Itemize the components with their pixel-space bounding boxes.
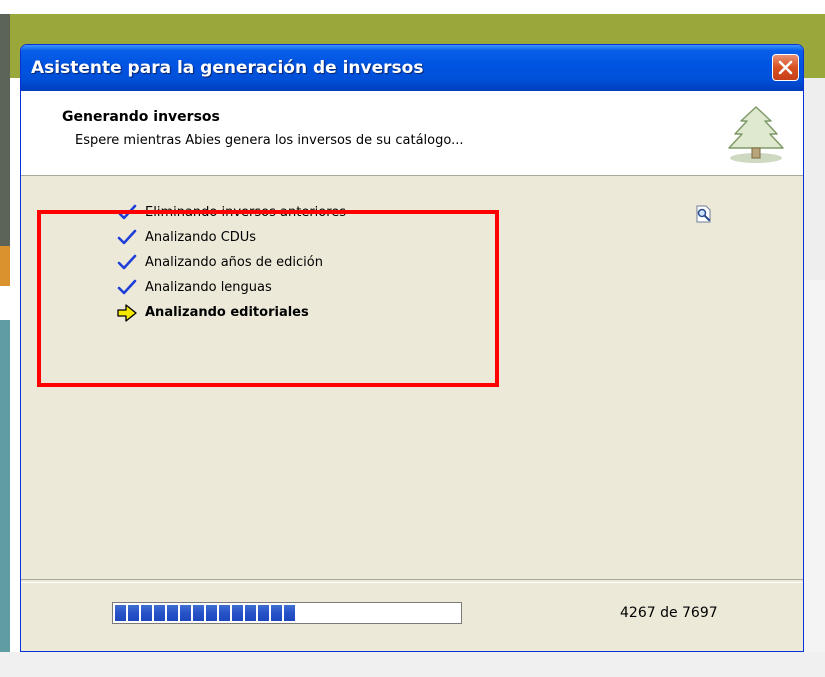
progress-segment [193,605,204,621]
progress-segment [284,605,295,621]
progress-count: 4267 de 7697 [620,605,718,621]
desktop-top [0,0,825,14]
close-icon [778,60,793,75]
progress-bar [112,602,462,624]
progress-segment [154,605,165,621]
progress-fill [115,605,306,621]
header-title: Generando inversos [62,109,220,125]
wizard-header: Generando inversos Espere mientras Abies… [21,91,803,176]
progress-segment [115,605,126,621]
background-strip [0,320,10,677]
footer-divider [21,579,803,583]
window-title: Asistente para la generación de inversos [31,58,424,78]
background-strip [0,14,10,246]
desktop-bottom [0,652,825,677]
tree-icon [728,106,784,163]
progress-segment [167,605,178,621]
progress-segment [232,605,243,621]
close-button[interactable] [772,54,799,81]
title-bar[interactable]: Asistente para la generación de inversos [21,45,803,91]
progress-segment [141,605,152,621]
progress-segment [128,605,139,621]
header-subtitle: Espere mientras Abies genera los inverso… [75,133,464,148]
progress-segment [219,605,230,621]
progress-segment [258,605,269,621]
wizard-dialog: Asistente para la generación de inversos… [20,44,804,652]
progress-segment [206,605,217,621]
progress-segment [271,605,282,621]
progress-segment [180,605,191,621]
highlight-box [37,210,499,387]
background-strip [0,246,10,286]
progress-segment [245,605,256,621]
magnifier-icon[interactable] [695,205,712,223]
